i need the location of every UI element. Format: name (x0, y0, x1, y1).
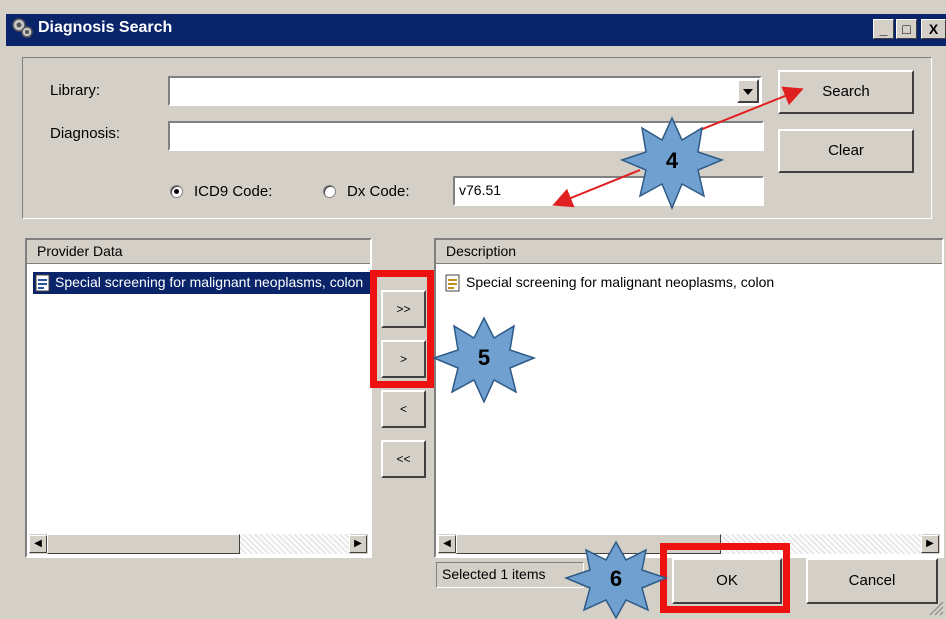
callout-number-5: 5 (477, 345, 491, 370)
callout-number-4: 4 (665, 148, 679, 173)
callout-number-6: 6 (609, 566, 623, 591)
annotation-arrows (552, 86, 804, 208)
